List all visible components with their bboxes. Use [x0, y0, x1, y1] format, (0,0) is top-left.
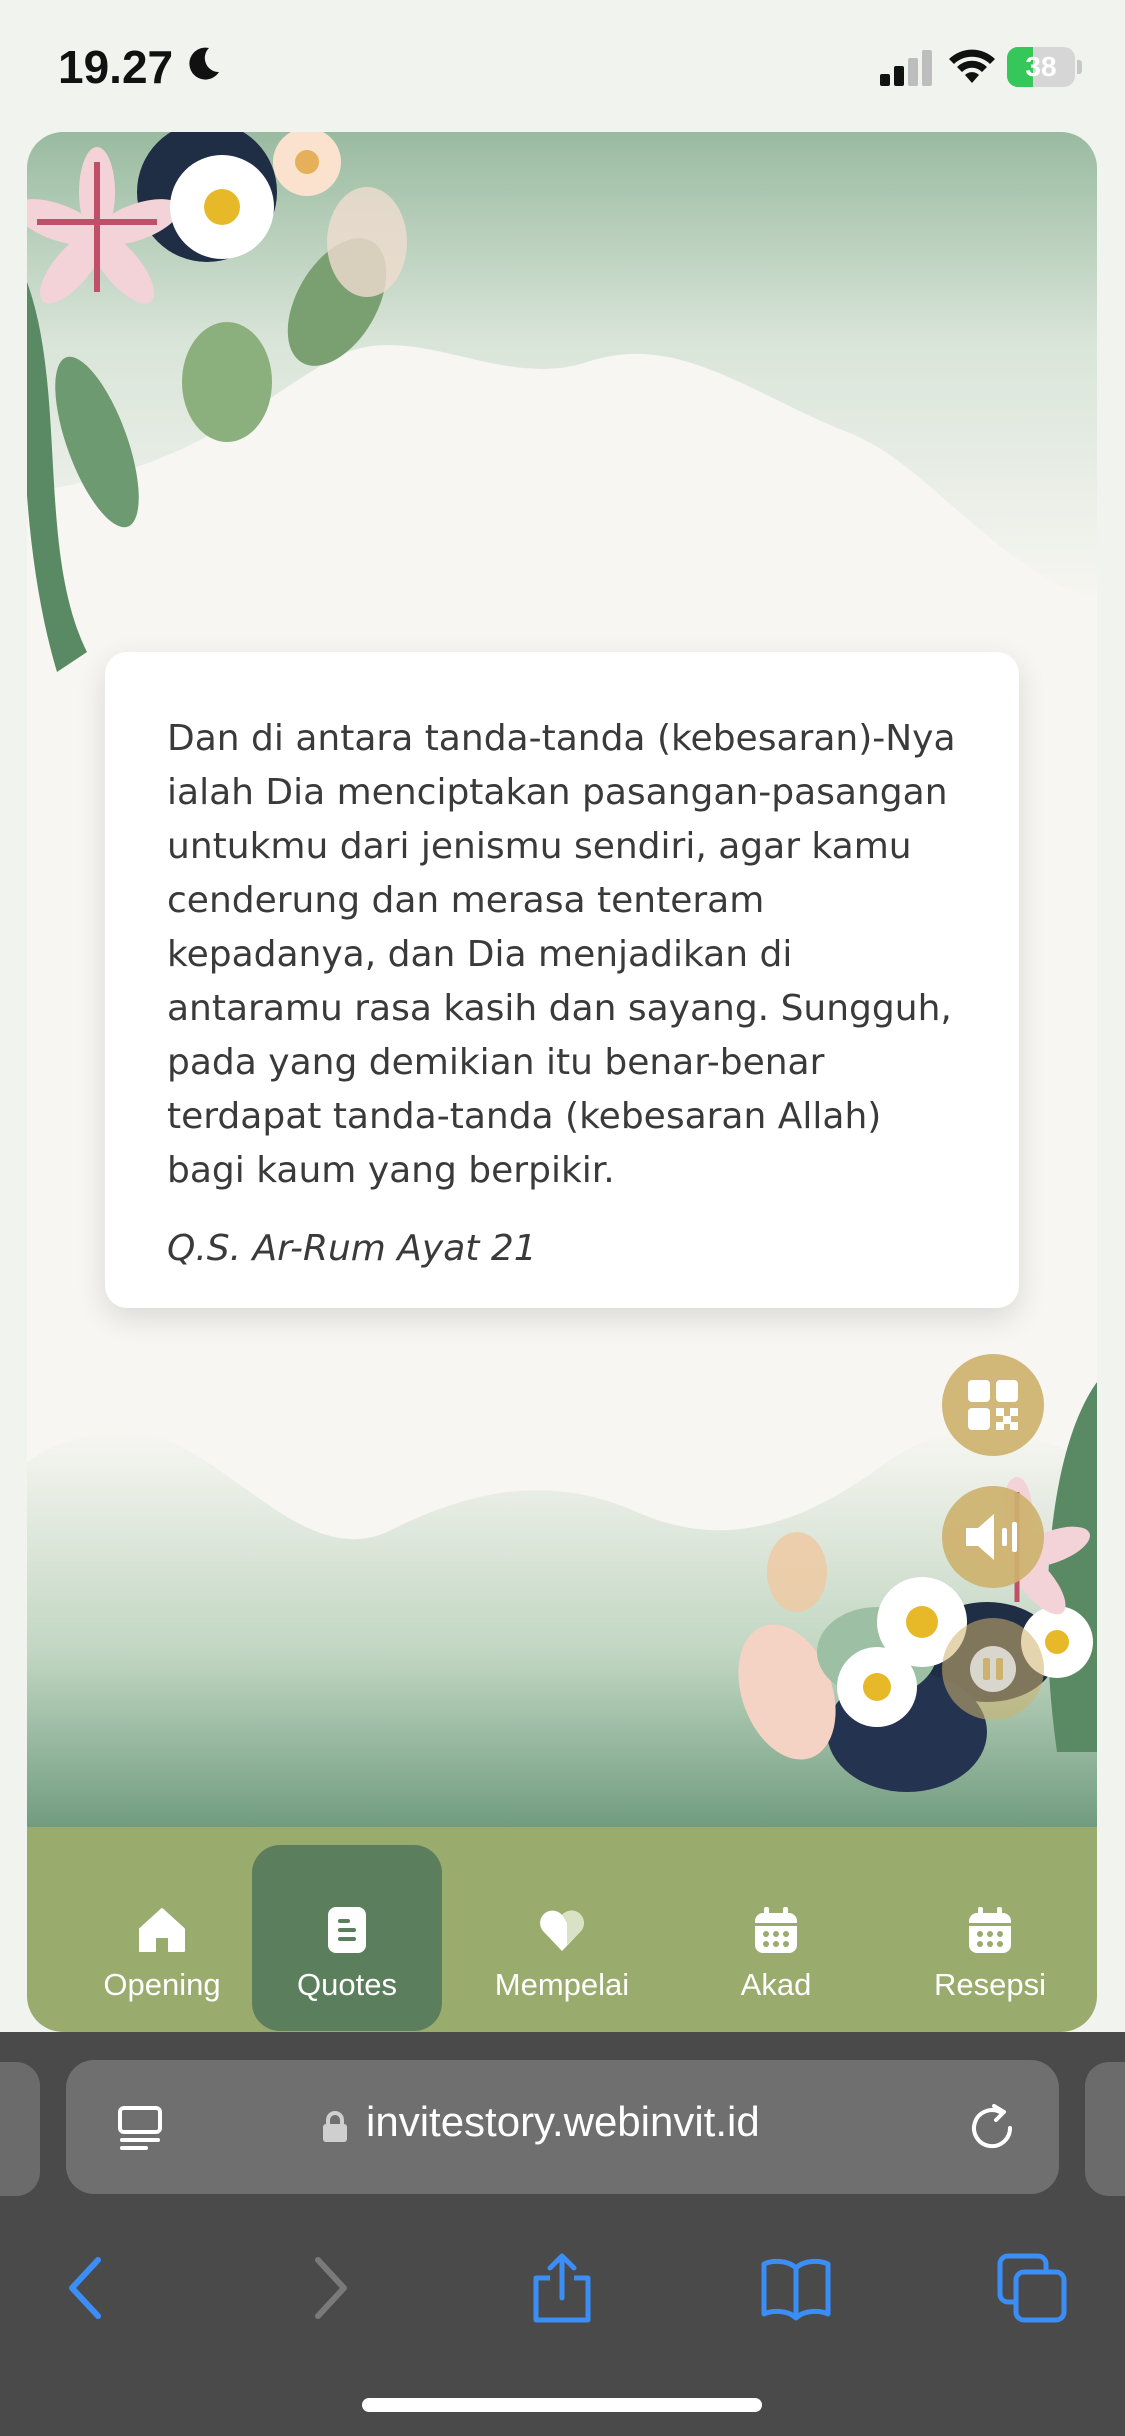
status-time: 19.27: [58, 41, 174, 93]
lock-icon: [323, 2111, 347, 2142]
battery-indicator: 38: [1007, 47, 1083, 87]
nav-item-akad[interactable]: Akad: [681, 1845, 871, 2031]
wifi-icon: [949, 49, 995, 83]
quote-text: Dan di antara tanda-tanda (kebesaran)-Ny…: [167, 718, 956, 1191]
url-text: invitestory.webinvit.id: [366, 2098, 760, 2145]
document-icon: [328, 1907, 366, 1953]
speaker-icon: [966, 1514, 1017, 1560]
nav-label-quotes: Quotes: [297, 1967, 397, 2002]
pause-icon: [970, 1646, 1016, 1692]
heart-icon: [540, 1910, 584, 1951]
music-toggle-button[interactable]: [942, 1486, 1044, 1588]
nav-label-opening: Opening: [103, 1967, 221, 2002]
qr-code-button[interactable]: [942, 1354, 1044, 1456]
battery-percent: 38: [1025, 51, 1057, 82]
nav-item-resepsi[interactable]: Resepsi: [895, 1845, 1085, 2031]
share-icon[interactable]: [526, 2252, 598, 2324]
quote-source: Q.S. Ar-Rum Ayat 21: [167, 1228, 537, 1269]
nav-item-mempelai[interactable]: Mempelai: [467, 1845, 657, 2031]
quote-card: Dan di antara tanda-tanda (kebesaran)-Ny…: [105, 652, 1019, 1308]
nav-label-resepsi: Resepsi: [934, 1967, 1046, 2002]
cellular-signal-icon: [880, 50, 932, 86]
calendar-icon: [755, 1907, 797, 1953]
bottom-navigation: Opening Quotes Mempelai Akad Resepsi: [27, 1827, 1097, 2032]
address-bar[interactable]: invitestory.webinvit.id: [66, 2060, 1059, 2194]
tabs-icon[interactable]: [996, 2252, 1068, 2324]
autoscroll-pause-button[interactable]: [942, 1618, 1044, 1720]
nav-item-opening[interactable]: Opening: [67, 1845, 257, 2031]
home-icon: [139, 1908, 185, 1952]
browser-chrome: invitestory.webinvit.id: [0, 2032, 1125, 2436]
back-icon[interactable]: [52, 2252, 124, 2324]
bookmarks-icon[interactable]: [760, 2252, 832, 2324]
invitation-page[interactable]: Dan di antara tanda-tanda (kebesaran)-Ny…: [27, 132, 1097, 2032]
qr-code-icon: [968, 1380, 1018, 1430]
nav-label-akad: Akad: [740, 1967, 812, 2002]
nav-label-mempelai: Mempelai: [494, 1967, 630, 2002]
home-indicator[interactable]: [362, 2398, 762, 2412]
next-tab-peek[interactable]: [1085, 2062, 1125, 2196]
nav-item-quotes[interactable]: Quotes: [252, 1845, 442, 2031]
calendar-icon: [969, 1907, 1011, 1953]
reload-icon[interactable]: [966, 2102, 1018, 2154]
page-menu-icon[interactable]: [116, 2104, 164, 2152]
forward-icon[interactable]: [292, 2252, 364, 2324]
status-bar: 19.27 38: [0, 0, 1125, 135]
previous-tab-peek[interactable]: [0, 2062, 40, 2196]
browser-toolbar: [0, 2242, 1125, 2362]
moon-icon: [189, 47, 219, 80]
